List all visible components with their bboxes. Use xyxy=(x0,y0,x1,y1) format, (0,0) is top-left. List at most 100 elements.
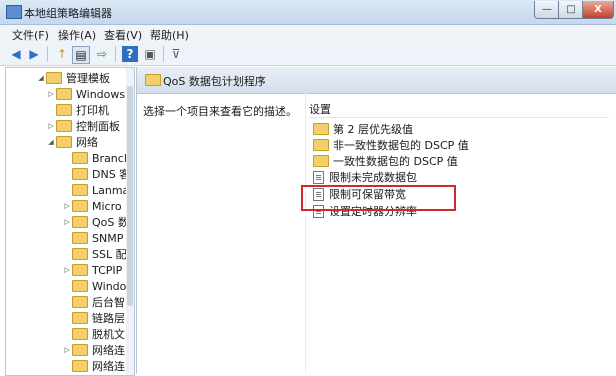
folder-icon xyxy=(145,74,161,86)
menu-help[interactable]: 帮助(H) xyxy=(150,27,189,43)
folder-icon xyxy=(72,296,88,308)
scrollbar-thumb[interactable] xyxy=(127,86,133,306)
details-pane: QoS 数据包计划程序 选择一个项目来查看它的描述。 设置 第 2 层优先级值 … xyxy=(136,67,616,374)
tree-item-offline-files[interactable]: 脱机文 xyxy=(62,326,125,342)
folder-icon xyxy=(72,232,88,244)
folder-icon xyxy=(72,216,88,228)
column-header-settings[interactable]: 设置 xyxy=(309,101,609,118)
menu-bar: 文件(F) 操作(A) 查看(V) 帮助(H) xyxy=(0,25,616,43)
folder-icon xyxy=(46,72,62,84)
setting-conforming-dscp[interactable]: 一致性数据包的 DSCP 值 xyxy=(313,153,458,169)
folder-icon xyxy=(72,360,88,372)
column-header-label: 设置 xyxy=(309,103,331,116)
close-button[interactable]: X xyxy=(582,1,614,19)
folder-icon xyxy=(56,120,72,132)
setting-nonconforming-dscp[interactable]: 非一致性数据包的 DSCP 值 xyxy=(313,137,469,153)
tree-item-branchcache[interactable]: Brancl xyxy=(62,150,127,166)
tree-item-snmp[interactable]: SNMP xyxy=(62,230,123,246)
tree-item-control-panel[interactable]: ▷ 控制面板 xyxy=(46,118,120,134)
tree-item-label: 控制面板 xyxy=(76,120,120,133)
details-title: QoS 数据包计划程序 xyxy=(163,75,266,88)
tree-item-label: 网络连 xyxy=(92,360,125,373)
properties-icon[interactable]: ▣ xyxy=(142,46,158,62)
toolbar-divider xyxy=(115,46,116,62)
setting-label: 第 2 层优先级值 xyxy=(333,123,413,136)
show-tree-icon[interactable]: ▤ xyxy=(72,46,90,64)
export-list-icon[interactable]: ⇨ xyxy=(94,46,110,62)
tree-item-label: DNS 客 xyxy=(92,168,131,181)
collapse-arrow-icon[interactable]: ▷ xyxy=(62,202,72,210)
tree-item-label: Windo xyxy=(92,279,127,293)
tree-item-ssl[interactable]: SSL 配 xyxy=(62,246,127,262)
setting-label: 限制未完成数据包 xyxy=(329,171,417,184)
tree-item-label: 打印机 xyxy=(76,104,109,117)
tree-item-network[interactable]: ◢ 网络 xyxy=(46,134,98,150)
tree-item-bits[interactable]: 后台智 xyxy=(62,294,125,310)
menu-view[interactable]: 查看(V) xyxy=(104,27,142,43)
tree-item-label: Windows xyxy=(76,87,126,101)
tree-item-admin-templates[interactable]: ◢ 管理模板 xyxy=(36,70,110,86)
collapse-arrow-icon[interactable]: ▷ xyxy=(62,266,72,274)
expand-arrow-icon[interactable]: ◢ xyxy=(36,74,46,82)
folder-icon xyxy=(313,139,329,151)
tree-item-network-connections[interactable]: ▷ 网络连 xyxy=(62,342,125,358)
setting-limit-outstanding-packets[interactable]: 限制未完成数据包 xyxy=(313,169,417,185)
tree-item-label: QoS 数 xyxy=(92,216,129,229)
folder-icon xyxy=(72,344,88,356)
tree-item-network-connectivity[interactable]: 网络连 xyxy=(62,358,125,374)
tree-item-link-layer[interactable]: 链路层 xyxy=(62,310,125,326)
tree-item-label: 管理模板 xyxy=(66,72,110,85)
window-title: 本地组策略编辑器 xyxy=(24,7,112,20)
column-divider xyxy=(305,93,306,374)
tree-pane: ◢ 管理模板 ▷ Windows 打印机 ▷ 控制面板 ◢ 网络 Brancl DNS … xyxy=(5,67,135,376)
tree-item-label: Micro xyxy=(92,199,122,213)
filter-icon[interactable]: ⊽ xyxy=(168,46,184,62)
tree-item-label: 网络 xyxy=(76,136,98,149)
up-folder-icon[interactable]: ↑ xyxy=(54,46,70,62)
menu-file[interactable]: 文件(F) xyxy=(12,27,49,43)
folder-icon xyxy=(72,312,88,324)
tree-item-windows[interactable]: ▷ Windows xyxy=(46,86,125,102)
tree-item-label: SSL 配 xyxy=(92,248,127,261)
collapse-arrow-icon[interactable]: ▷ xyxy=(46,90,56,98)
tree-item-microsoft[interactable]: ▷ Micro xyxy=(62,198,122,214)
folder-icon xyxy=(72,248,88,260)
minimize-button[interactable]: — xyxy=(534,1,560,19)
tree-item-lanman[interactable]: Lanma xyxy=(62,182,129,198)
policy-icon xyxy=(313,170,324,184)
tree-item-label: 后台智 xyxy=(92,296,125,309)
folder-icon xyxy=(72,168,88,180)
collapse-arrow-icon[interactable]: ▷ xyxy=(46,122,56,130)
description-text: 选择一个项目来查看它的描述。 xyxy=(143,105,297,118)
help-icon[interactable]: ? xyxy=(122,46,138,62)
folder-icon xyxy=(72,280,88,292)
toolbar-divider xyxy=(163,46,164,62)
tree-item-label: 网络连 xyxy=(92,344,125,357)
maximize-button[interactable]: □ xyxy=(558,1,584,19)
tree-item-dns-client[interactable]: DNS 客 xyxy=(62,166,130,182)
tree-item-label: Brancl xyxy=(92,151,127,165)
setting-layer2-priority[interactable]: 第 2 层优先级值 xyxy=(313,121,413,137)
tree-item-label: TCPIP xyxy=(92,263,123,277)
forward-icon[interactable]: ▶ xyxy=(26,46,42,62)
tree-item-printers[interactable]: 打印机 xyxy=(46,102,109,118)
folder-icon xyxy=(313,123,329,135)
tree-item-qos[interactable]: ▷ QoS 数 xyxy=(62,214,129,230)
tree-item-label: Lanma xyxy=(92,183,130,197)
expand-arrow-icon[interactable]: ◢ xyxy=(46,138,56,146)
tree-item-tcpip[interactable]: ▷ TCPIP xyxy=(62,262,122,278)
tree-item-label: SNMP xyxy=(92,231,124,245)
tree-item-label: 链路层 xyxy=(92,312,125,325)
tree-item-label: 脱机文 xyxy=(92,328,125,341)
folder-icon xyxy=(72,264,88,276)
menu-action[interactable]: 操作(A) xyxy=(58,27,96,43)
back-icon[interactable]: ◀ xyxy=(8,46,24,62)
tree-scrollbar[interactable] xyxy=(126,68,134,375)
tree-item-windows-connect[interactable]: Windo xyxy=(62,278,126,294)
setting-label: 一致性数据包的 DSCP 值 xyxy=(333,155,458,168)
collapse-arrow-icon[interactable]: ▷ xyxy=(62,218,72,226)
toolbar: ◀ ▶ ↑ ▤ ⇨ ? ▣ ⊽ xyxy=(0,43,616,66)
folder-icon xyxy=(72,200,88,212)
collapse-arrow-icon[interactable]: ▷ xyxy=(62,346,72,354)
details-header: QoS 数据包计划程序 xyxy=(137,67,616,94)
